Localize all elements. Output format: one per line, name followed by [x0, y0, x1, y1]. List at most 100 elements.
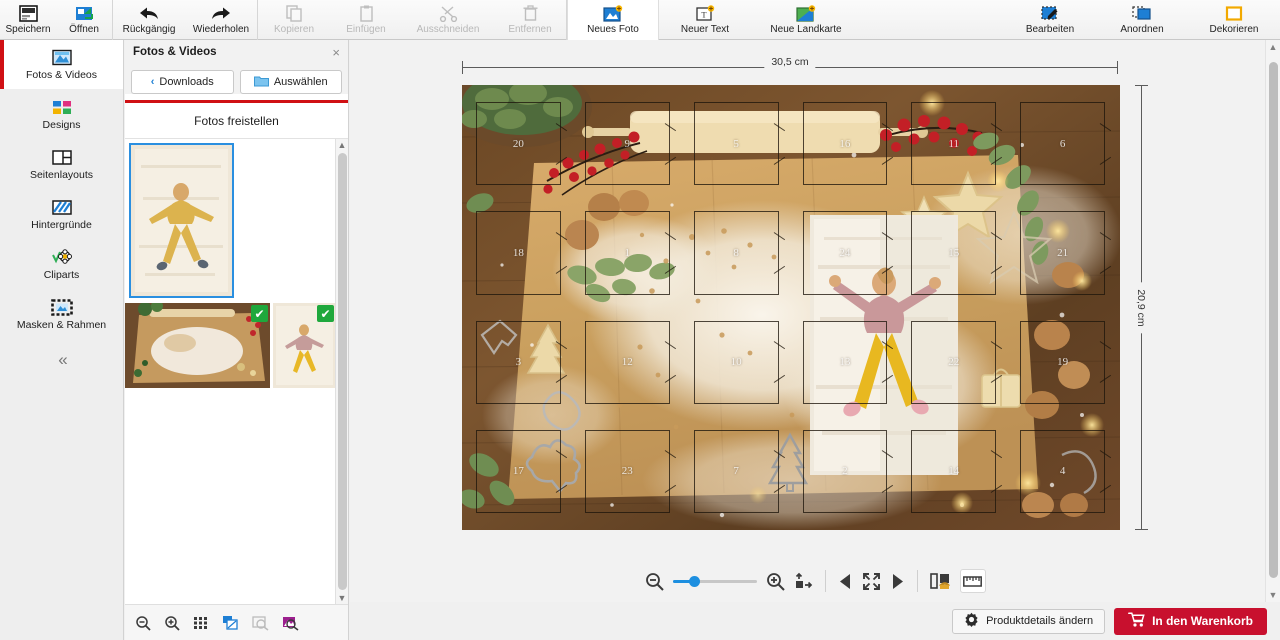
zoom-slider[interactable] — [672, 575, 757, 587]
zoom-out-icon[interactable] — [645, 572, 664, 591]
canvas-scrollbar[interactable]: ▲ ▼ — [1265, 40, 1280, 602]
photo-list-scrollbar[interactable]: ▲ ▼ — [335, 139, 348, 604]
backgrounds-icon — [51, 198, 73, 216]
zoom-out-icon[interactable] — [135, 615, 151, 631]
page-layouts-icon — [51, 148, 73, 166]
calendar-door[interactable]: 9 — [584, 102, 670, 186]
sidebar-item-masken-rahmen[interactable]: Masken & Rahmen — [0, 290, 123, 339]
sidebar-item-seitenlayouts[interactable]: Seitenlayouts — [0, 140, 123, 189]
source-downloads-label: Downloads — [159, 76, 214, 88]
canvas-stage: 30,5 cm 20,9 cm 20 9 5 16 11 6 18 1 8 24… — [350, 40, 1280, 640]
calendar-door[interactable]: 2 — [802, 429, 888, 513]
toolbar-button-edit[interactable]: Bearbeiten — [1004, 0, 1096, 40]
sidebar-item-designs[interactable]: Designs — [0, 90, 123, 139]
calendar-door[interactable]: 14 — [911, 429, 997, 513]
product-details-label: Produktdetails ändern — [986, 615, 1094, 627]
toolbar-button-delete[interactable]: Entfernen — [494, 0, 566, 40]
sidebar-item-fotos-videos[interactable]: Fotos & Videos — [0, 40, 123, 89]
calendar-door[interactable]: 20 — [476, 102, 561, 186]
zoom-in-icon[interactable] — [766, 572, 785, 591]
toolbar-button-new-map[interactable]: Neue Landkarte — [751, 0, 861, 40]
calendar-door[interactable]: 1 — [584, 211, 670, 295]
new-photo-icon — [602, 4, 624, 23]
close-icon[interactable]: × — [332, 46, 340, 59]
door-number: 15 — [948, 246, 960, 259]
cutout-photos-button[interactable]: Fotos freistellen — [125, 103, 348, 139]
fullscreen-icon[interactable] — [862, 572, 881, 591]
toolbar-button-cut[interactable]: Ausschneiden — [402, 0, 494, 40]
calendar-door[interactable]: 17 — [476, 429, 561, 513]
calendar-door[interactable]: 13 — [802, 320, 888, 404]
source-downloads-button[interactable]: ‹ Downloads — [131, 70, 234, 94]
calendar-door[interactable]: 10 — [693, 320, 779, 404]
find-photo-icon[interactable] — [282, 615, 299, 631]
grid-view-icon[interactable] — [193, 615, 209, 631]
sidebar-item-hintergruende[interactable]: Hintergründe — [0, 190, 123, 239]
calendar-door[interactable]: 19 — [1020, 320, 1105, 404]
sidebar-collapse-button[interactable]: « — [0, 340, 123, 380]
toolbar-button-redo[interactable]: Wiederholen — [185, 0, 257, 40]
door-number: 9 — [624, 137, 630, 150]
zoom-in-icon[interactable] — [164, 615, 180, 631]
toolbar-button-new-map-label: Neue Landkarte — [770, 23, 842, 35]
toolbar-button-arrange[interactable]: Anordnen — [1096, 0, 1188, 40]
calendar-door[interactable]: 8 — [693, 211, 779, 295]
list-item[interactable]: ✔ — [273, 303, 336, 388]
arrange-icon — [1132, 5, 1152, 23]
toolbar-button-save[interactable]: Speichern — [0, 0, 56, 40]
edit-pencil-icon — [1040, 5, 1060, 23]
calendar-door[interactable]: 16 — [802, 102, 888, 186]
calendar-door[interactable]: 7 — [693, 429, 779, 513]
add-to-cart-button[interactable]: In den Warenkorb — [1114, 607, 1267, 635]
ruler-icon[interactable] — [959, 569, 986, 593]
calendar-door[interactable]: 23 — [584, 429, 670, 513]
calendar-door[interactable]: 11 — [911, 102, 997, 186]
door-number: 13 — [839, 356, 851, 369]
calendar-door[interactable]: 12 — [584, 320, 670, 404]
calendar-door[interactable]: 4 — [1020, 429, 1105, 513]
canvas-page[interactable]: 20 9 5 16 11 6 18 1 8 24 15 21 3 12 10 1… — [462, 85, 1120, 530]
toolbar-button-paste[interactable]: Einfügen — [330, 0, 402, 40]
calendar-door[interactable]: 21 — [1020, 211, 1105, 295]
list-item[interactable] — [129, 143, 234, 298]
sidebar-item-cliparts[interactable]: Cliparts — [0, 240, 123, 289]
toolbar-button-decorate[interactable]: Dekorieren — [1188, 0, 1280, 40]
select-folder-button[interactable]: Auswählen — [239, 70, 342, 94]
door-number: 2 — [842, 465, 848, 478]
chevron-down-icon[interactable]: ▼ — [1266, 588, 1280, 602]
view-options — [918, 569, 998, 593]
zoom-slider-knob[interactable] — [688, 576, 700, 587]
chevron-up-icon[interactable]: ▲ — [1266, 40, 1280, 54]
product-details-button[interactable]: Produktdetails ändern — [952, 608, 1106, 634]
toolbar-button-copy[interactable]: Kopieren — [258, 0, 330, 40]
calendar-door[interactable]: 6 — [1020, 102, 1105, 186]
toolbar-button-open[interactable]: Öffnen — [56, 0, 112, 40]
fit-to-page-icon[interactable] — [794, 572, 813, 591]
scrollbar-thumb[interactable] — [1269, 62, 1278, 578]
calendar-door[interactable]: 24 — [802, 211, 888, 295]
calendar-door[interactable]: 3 — [476, 320, 561, 404]
search-photo-icon[interactable] — [252, 615, 269, 631]
page-spread-icon[interactable] — [929, 572, 951, 591]
door-number: 22 — [948, 356, 960, 369]
door-number: 14 — [948, 465, 960, 478]
chevron-up-icon[interactable]: ▲ — [336, 139, 348, 151]
chevron-down-icon[interactable]: ▼ — [336, 592, 348, 604]
toolbar-button-new-text[interactable]: T Neuer Text — [659, 0, 751, 40]
calendar-door[interactable]: 15 — [911, 211, 997, 295]
layers-icon[interactable] — [222, 615, 239, 631]
save-icon — [18, 5, 38, 23]
door-number: 8 — [733, 246, 739, 259]
calendar-door[interactable]: 22 — [911, 320, 997, 404]
calendar-door[interactable]: 18 — [476, 211, 561, 295]
toolbar-button-undo[interactable]: Rückgängig — [113, 0, 185, 40]
decorate-frame-icon — [1224, 5, 1244, 23]
calendar-door[interactable]: 5 — [693, 102, 779, 186]
list-item[interactable]: ✔ — [125, 303, 270, 388]
next-page-icon[interactable] — [890, 573, 905, 590]
scrollbar-thumb[interactable] — [338, 153, 347, 590]
previous-page-icon[interactable] — [838, 573, 853, 590]
toolbar-button-new-photo[interactable]: Neues Foto — [567, 0, 659, 40]
door-number: 20 — [512, 137, 524, 150]
advent-door-grid: 20 9 5 16 11 6 18 1 8 24 15 21 3 12 10 1… — [462, 85, 1120, 530]
